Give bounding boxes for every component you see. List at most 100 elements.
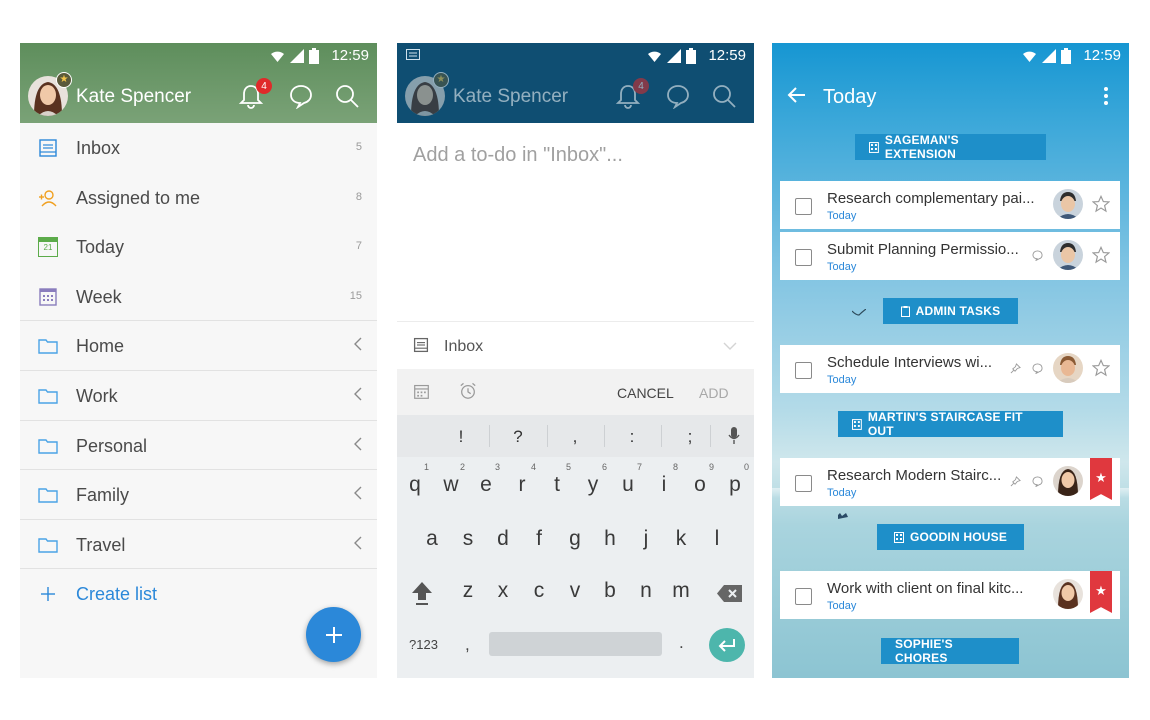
task-count: 8 bbox=[355, 190, 362, 203]
key-o[interactable]: 9o bbox=[683, 462, 717, 497]
add-todo-fab[interactable] bbox=[306, 607, 361, 662]
search-icon[interactable] bbox=[334, 83, 360, 109]
starred-ribbon-icon[interactable]: ★ bbox=[1090, 571, 1112, 613]
folder-item-work[interactable]: Work bbox=[20, 371, 377, 421]
key-k[interactable]: k bbox=[664, 527, 698, 551]
building-icon bbox=[893, 531, 904, 543]
key-y[interactable]: 6y bbox=[576, 462, 610, 497]
chevron-left-icon[interactable] bbox=[353, 485, 363, 501]
enter-key[interactable] bbox=[709, 628, 745, 662]
task-checkbox[interactable] bbox=[795, 475, 812, 492]
key-v[interactable]: v bbox=[558, 579, 592, 603]
task-row[interactable]: Research Modern Stairc... Today ★ bbox=[780, 458, 1120, 506]
section-header-sophies-chores[interactable]: SOPHIE'S CHORES bbox=[881, 637, 1019, 665]
key-f[interactable]: f bbox=[522, 527, 556, 551]
key-comma-symbol[interactable]: , bbox=[565, 427, 585, 447]
key-colon[interactable]: : bbox=[622, 427, 642, 447]
key-w[interactable]: 2w bbox=[434, 462, 468, 497]
chat-bubble-icon[interactable] bbox=[288, 83, 314, 109]
task-count: 7 bbox=[355, 240, 362, 253]
task-checkbox[interactable] bbox=[795, 198, 812, 215]
list-item-assigned[interactable]: Assigned to me 8 bbox=[20, 173, 377, 223]
pro-star-icon: ★ bbox=[433, 72, 449, 88]
task-checkbox[interactable] bbox=[795, 362, 812, 379]
key-p[interactable]: 0p bbox=[718, 462, 752, 497]
status-bar: 12:59 bbox=[397, 43, 754, 69]
calendar-icon[interactable] bbox=[413, 383, 430, 400]
key-b[interactable]: b bbox=[593, 579, 627, 603]
task-checkbox[interactable] bbox=[795, 249, 812, 266]
symbols-mode-key[interactable]: ?123 bbox=[409, 637, 438, 652]
cancel-button[interactable]: CANCEL bbox=[617, 385, 674, 401]
list-item-today[interactable]: 21 Today 7 bbox=[20, 222, 377, 272]
star-outline-icon[interactable] bbox=[1092, 195, 1110, 213]
key-x[interactable]: x bbox=[486, 579, 520, 603]
key-question[interactable]: ? bbox=[508, 427, 528, 447]
add-button[interactable]: ADD bbox=[699, 385, 729, 401]
chevron-left-icon[interactable] bbox=[353, 336, 363, 352]
key-s[interactable]: s bbox=[451, 527, 485, 551]
key-e[interactable]: 3e bbox=[469, 462, 503, 497]
key-z[interactable]: z bbox=[451, 579, 485, 603]
chevron-down-icon[interactable] bbox=[723, 342, 737, 350]
signal-icon bbox=[667, 49, 681, 63]
section-header-martins-staircase[interactable]: MARTIN'S STAIRCASE FIT OUT bbox=[838, 410, 1063, 438]
key-i[interactable]: 8i bbox=[647, 462, 681, 497]
key-period[interactable]: . bbox=[679, 633, 684, 653]
key-r[interactable]: 4r bbox=[505, 462, 539, 497]
folder-label: Personal bbox=[76, 435, 148, 456]
backspace-icon[interactable] bbox=[717, 585, 743, 602]
status-bar: 12:59 bbox=[772, 43, 1129, 69]
back-arrow-icon[interactable] bbox=[787, 86, 807, 104]
star-outline-icon[interactable] bbox=[1092, 246, 1110, 264]
key-a[interactable]: a bbox=[415, 527, 449, 551]
task-checkbox[interactable] bbox=[795, 588, 812, 605]
folder-item-personal[interactable]: Personal bbox=[20, 421, 377, 471]
star-outline-icon[interactable] bbox=[1092, 359, 1110, 377]
add-todo-input[interactable]: Add a to-do in "Inbox"... bbox=[413, 144, 623, 167]
chevron-left-icon[interactable] bbox=[353, 535, 363, 551]
key-n[interactable]: n bbox=[629, 579, 663, 603]
folder-item-family[interactable]: Family bbox=[20, 470, 377, 520]
list-item-week[interactable]: Week 15 bbox=[20, 272, 377, 322]
task-row[interactable]: Schedule Interviews wi... Today bbox=[780, 345, 1120, 393]
key-d[interactable]: d bbox=[486, 527, 520, 551]
section-header-admin-tasks[interactable]: ADMIN TASKS bbox=[883, 298, 1018, 324]
key-l[interactable]: l bbox=[700, 527, 734, 551]
shift-key-icon[interactable] bbox=[411, 581, 433, 607]
task-row[interactable]: Research complementary pai... Today bbox=[780, 181, 1120, 229]
key-g[interactable]: g bbox=[558, 527, 592, 551]
task-row[interactable]: Submit Planning Permissio... Today bbox=[780, 232, 1120, 280]
comment-icon bbox=[1032, 250, 1043, 261]
key-c[interactable]: c bbox=[522, 579, 556, 603]
key-h[interactable]: h bbox=[593, 527, 627, 551]
key-comma[interactable]: , bbox=[465, 635, 470, 655]
key-semicolon[interactable]: ; bbox=[680, 427, 700, 447]
user-name[interactable]: Kate Spencer bbox=[76, 86, 191, 108]
key-m[interactable]: m bbox=[664, 579, 698, 603]
folder-item-home[interactable]: Home bbox=[20, 321, 377, 371]
boat-silhouette bbox=[838, 513, 848, 519]
chevron-left-icon[interactable] bbox=[353, 386, 363, 402]
key-u[interactable]: 7u bbox=[611, 462, 645, 497]
overflow-menu-icon[interactable] bbox=[1103, 86, 1109, 106]
key-t[interactable]: 5t bbox=[540, 462, 574, 497]
folder-icon bbox=[38, 339, 58, 355]
task-row[interactable]: Work with client on final kitc... Today … bbox=[780, 571, 1120, 619]
starred-ribbon-icon[interactable]: ★ bbox=[1090, 458, 1112, 500]
folder-item-travel[interactable]: Travel bbox=[20, 520, 377, 570]
spacebar[interactable] bbox=[489, 632, 662, 656]
phone-screen-today: 12:59 Today SAGEMAN'S EXTENSION Research… bbox=[772, 43, 1129, 678]
section-header-sagemans-extension[interactable]: SAGEMAN'S EXTENSION bbox=[855, 133, 1046, 161]
microphone-icon[interactable] bbox=[728, 427, 740, 445]
chevron-left-icon[interactable] bbox=[353, 436, 363, 452]
list-selector[interactable]: Inbox bbox=[397, 321, 754, 369]
key-q[interactable]: 1q bbox=[398, 462, 432, 497]
task-due-date: Today bbox=[827, 600, 857, 612]
section-title: MARTIN'S STAIRCASE FIT OUT bbox=[867, 410, 1023, 438]
alarm-clock-icon[interactable] bbox=[459, 382, 477, 400]
key-j[interactable]: j bbox=[629, 527, 663, 551]
key-exclamation[interactable]: ! bbox=[451, 427, 471, 447]
section-header-goodin-house[interactable]: GOODIN HOUSE bbox=[877, 524, 1024, 550]
list-item-inbox[interactable]: Inbox 5 bbox=[20, 123, 377, 173]
